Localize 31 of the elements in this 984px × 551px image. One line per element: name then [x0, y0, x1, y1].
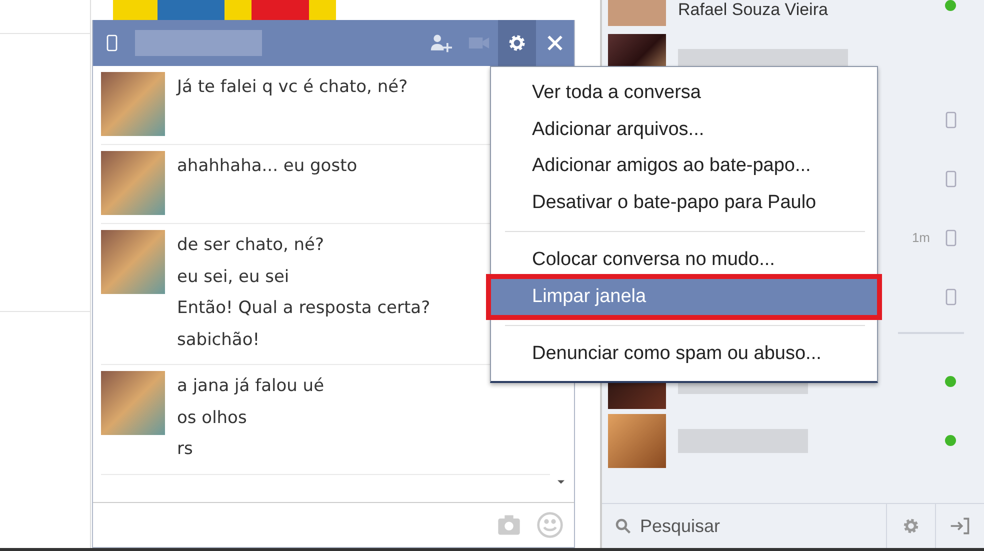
message-text: Já te falei q vc é chato, né?: [177, 76, 408, 99]
avatar-placeholder: [101, 72, 165, 136]
message-text: Então! Qual a resposta certa?: [177, 297, 430, 320]
message-text: de ser chato, né?: [177, 234, 326, 257]
avatar-placeholder: [101, 230, 165, 294]
avatar-placeholder: [608, 414, 666, 468]
message-text: eu sei, eu sei: [177, 266, 290, 288]
exit-arrow-icon: [949, 515, 971, 537]
menu-item[interactable]: Limpar janela: [491, 278, 877, 315]
message-text: a jana já falou ué: [177, 375, 324, 398]
menu-item[interactable]: Desativar o bate-papo para Paulo: [491, 184, 877, 221]
settings-icon: [506, 32, 528, 54]
menu-item[interactable]: Denunciar como spam ou abuso...: [491, 336, 877, 372]
message-text: ahahhaha... eu gosto: [177, 155, 358, 178]
message-text: rs: [177, 438, 194, 461]
avatar-placeholder: [101, 371, 165, 435]
avatar-placeholder: [101, 151, 165, 215]
last-active-time: 1m: [912, 230, 930, 245]
smiley-icon: [536, 511, 564, 539]
search-icon: [614, 517, 632, 535]
add-person-icon: [430, 32, 452, 54]
menu-item[interactable]: Colocar conversa no mudo...: [491, 242, 877, 278]
message-text: os olhos: [177, 406, 248, 430]
settings-icon: [901, 516, 921, 536]
avatar-placeholder: [608, 0, 666, 26]
contact-name: Rafael Souza Vieira: [678, 0, 829, 20]
menu-item[interactable]: Ver toda a conversa: [491, 75, 877, 112]
menu-item[interactable]: Adicionar amigos ao bate-papo...: [491, 148, 877, 184]
message-text: sabichão!: [177, 328, 261, 352]
menu-item[interactable]: Adicionar arquivos...: [491, 112, 877, 148]
settings-button[interactable]: [498, 20, 536, 66]
